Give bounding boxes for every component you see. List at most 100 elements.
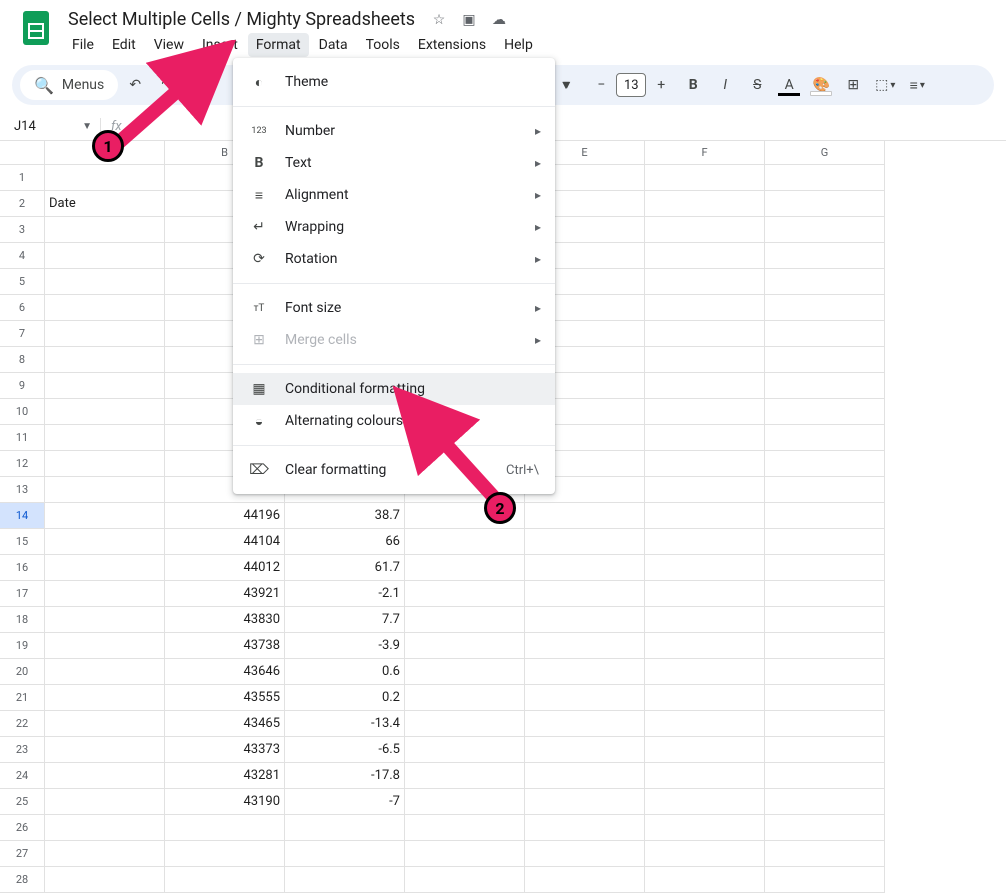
cell-D21[interactable] [405,685,525,711]
cell-A6[interactable] [45,295,165,321]
row-header-5[interactable]: 5 [0,269,45,295]
cloud-icon[interactable]: ☁ [489,10,509,30]
cell-C20[interactable]: 0.6 [285,659,405,685]
cell-A10[interactable] [45,399,165,425]
cell-F7[interactable] [645,321,765,347]
cell-A1[interactable] [45,165,165,191]
halign-button[interactable]: ≡▾ [902,70,932,100]
fontsize-plus[interactable]: + [646,70,676,100]
cell-A5[interactable] [45,269,165,295]
cell-A18[interactable] [45,607,165,633]
borders-button[interactable]: ⊞ [838,70,868,100]
format-menu-text[interactable]: BText▸ [233,147,555,179]
cell-F9[interactable] [645,373,765,399]
cell-G12[interactable] [765,451,885,477]
cell-F11[interactable] [645,425,765,451]
move-icon[interactable]: ▣ [459,10,479,30]
cell-F15[interactable] [645,529,765,555]
cell-E15[interactable] [525,529,645,555]
cell-E16[interactable] [525,555,645,581]
menu-data[interactable]: Data [311,33,356,57]
menu-tools[interactable]: Tools [358,33,408,57]
cell-A26[interactable] [45,815,165,841]
doc-title[interactable]: Select Multiple Cells / Mighty Spreadshe… [64,8,419,31]
cell-G23[interactable] [765,737,885,763]
cell-C17[interactable]: -2.1 [285,581,405,607]
row-header-8[interactable]: 8 [0,347,45,373]
cell-G28[interactable] [765,867,885,893]
cell-C23[interactable]: -6.5 [285,737,405,763]
cell-G2[interactable] [765,191,885,217]
cell-F6[interactable] [645,295,765,321]
cell-G14[interactable] [765,503,885,529]
row-header-21[interactable]: 21 [0,685,45,711]
row-header-9[interactable]: 9 [0,373,45,399]
cell-D24[interactable] [405,763,525,789]
cell-D27[interactable] [405,841,525,867]
menus-search[interactable]: 🔍 Menus [20,70,118,100]
cell-G5[interactable] [765,269,885,295]
cell-B19[interactable]: 43738 [165,633,285,659]
cell-C25[interactable]: -7 [285,789,405,815]
cell-G7[interactable] [765,321,885,347]
cell-G4[interactable] [765,243,885,269]
cell-B27[interactable] [165,841,285,867]
cell-E14[interactable] [525,503,645,529]
row-header-10[interactable]: 10 [0,399,45,425]
cell-E22[interactable] [525,711,645,737]
cell-G21[interactable] [765,685,885,711]
cell-E17[interactable] [525,581,645,607]
cell-A21[interactable] [45,685,165,711]
fontsize-value[interactable]: 13 [616,73,646,97]
cell-F17[interactable] [645,581,765,607]
cell-B25[interactable]: 43190 [165,789,285,815]
cell-E28[interactable] [525,867,645,893]
cell-G20[interactable] [765,659,885,685]
cell-C18[interactable]: 7.7 [285,607,405,633]
cell-G13[interactable] [765,477,885,503]
cell-C26[interactable] [285,815,405,841]
cell-C16[interactable]: 61.7 [285,555,405,581]
cell-A15[interactable] [45,529,165,555]
cell-F2[interactable] [645,191,765,217]
cell-G17[interactable] [765,581,885,607]
row-header-23[interactable]: 23 [0,737,45,763]
row-header-15[interactable]: 15 [0,529,45,555]
cell-B15[interactable]: 44104 [165,529,285,555]
cell-B28[interactable] [165,867,285,893]
row-header-3[interactable]: 3 [0,217,45,243]
cell-B20[interactable]: 43646 [165,659,285,685]
cell-F8[interactable] [645,347,765,373]
cell-A17[interactable] [45,581,165,607]
format-menu-theme[interactable]: ◐Theme [233,66,555,98]
cell-F23[interactable] [645,737,765,763]
column-header-G[interactable]: G [765,141,885,165]
italic-button[interactable]: I [710,70,740,100]
cell-G22[interactable] [765,711,885,737]
cell-F24[interactable] [645,763,765,789]
cell-F26[interactable] [645,815,765,841]
cell-A28[interactable] [45,867,165,893]
merge-button[interactable]: ⬚▾ [870,70,900,100]
cell-G18[interactable] [765,607,885,633]
cell-A3[interactable] [45,217,165,243]
cell-F12[interactable] [645,451,765,477]
cell-A13[interactable] [45,477,165,503]
cell-A14[interactable] [45,503,165,529]
cell-G26[interactable] [765,815,885,841]
cell-B22[interactable]: 43465 [165,711,285,737]
cell-G16[interactable] [765,555,885,581]
format-menu-rotation[interactable]: ⟳Rotation▸ [233,243,555,275]
cell-B16[interactable]: 44012 [165,555,285,581]
cell-E26[interactable] [525,815,645,841]
cell-C15[interactable]: 66 [285,529,405,555]
row-header-22[interactable]: 22 [0,711,45,737]
cell-D20[interactable] [405,659,525,685]
cell-A9[interactable] [45,373,165,399]
row-header-19[interactable]: 19 [0,633,45,659]
row-header-26[interactable]: 26 [0,815,45,841]
cell-C14[interactable]: 38.7 [285,503,405,529]
format-menu-font-size[interactable]: тTFont size▸ [233,292,555,324]
cell-C24[interactable]: -17.8 [285,763,405,789]
fillcolor-button[interactable]: 🎨 [806,70,836,100]
